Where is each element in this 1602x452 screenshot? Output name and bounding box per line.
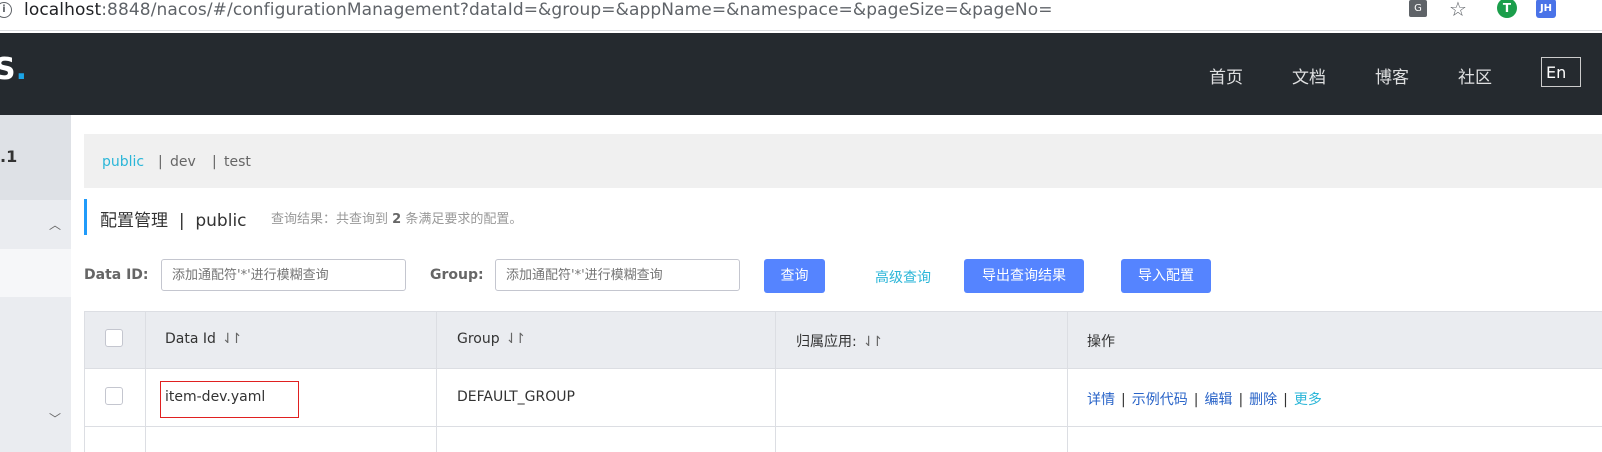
export-button[interactable]: 导出查询结果 — [964, 259, 1084, 293]
namespace-public[interactable]: public — [102, 154, 144, 170]
star-icon[interactable]: ☆ — [1449, 0, 1467, 21]
op-separator: | — [1283, 392, 1288, 408]
url-host: localhost — [24, 0, 102, 20]
language-switch-button[interactable]: En — [1541, 57, 1581, 87]
title-separator: | — [178, 211, 185, 231]
row-actions: 详情 | 示例代码 | 编辑 | 删除 | 更多 — [1087, 389, 1322, 409]
group-search-input[interactable] — [495, 259, 740, 291]
column-header-data-id[interactable]: Data Id ⇃↾ — [165, 331, 243, 347]
logo-text: S — [0, 52, 16, 87]
namespace-dev[interactable]: dev — [170, 154, 196, 170]
edit-link[interactable]: 编辑 — [1204, 392, 1232, 408]
column-header-ops: 操作 — [1087, 334, 1115, 350]
nav-link-home[interactable]: 首页 — [1209, 63, 1243, 88]
delete-link[interactable]: 删除 — [1249, 392, 1277, 408]
version-label: .1 — [0, 147, 18, 166]
title-accent-bar — [84, 199, 87, 235]
row-checkbox[interactable] — [105, 387, 123, 405]
summary-prefix: 查询结果：共查询到 — [271, 212, 389, 227]
header-group-label: Group — [457, 331, 500, 347]
nacos-logo[interactable]: S. — [0, 52, 27, 87]
column-divider — [84, 311, 85, 452]
title-namespace: public — [195, 211, 247, 231]
nav-link-community[interactable]: 社区 — [1458, 63, 1492, 88]
logo-dot: . — [15, 52, 28, 87]
profile-avatar[interactable]: JH — [1536, 0, 1556, 18]
url-field[interactable]: localhost:8848/nacos/#/configurationMana… — [24, 0, 1053, 20]
page-title-text: 配置管理 — [100, 211, 168, 231]
column-divider — [145, 311, 146, 452]
chevron-down-icon[interactable]: ﹀ — [49, 410, 61, 427]
column-divider — [436, 311, 437, 452]
group-label: Group: — [430, 267, 484, 283]
advanced-query-link[interactable]: 高级查询 — [875, 267, 931, 287]
column-header-group[interactable]: Group ⇃↾ — [457, 331, 527, 347]
sidebar-item-selected[interactable] — [0, 249, 71, 297]
column-header-app[interactable]: 归属应用: ⇃↾ — [796, 331, 884, 351]
namespace-separator: | — [158, 154, 163, 170]
more-link[interactable]: 更多 — [1294, 392, 1322, 408]
column-divider — [1067, 311, 1068, 452]
select-all-checkbox[interactable] — [105, 329, 123, 347]
import-button[interactable]: 导入配置 — [1121, 259, 1211, 293]
query-button[interactable]: 查询 — [764, 259, 825, 293]
cell-group: DEFAULT_GROUP — [457, 389, 575, 405]
url-path: :8848/nacos/#/configurationManagement?da… — [101, 0, 1053, 20]
chevron-up-icon[interactable]: ︿ — [49, 216, 61, 233]
sort-icon[interactable]: ⇃↾ — [863, 334, 884, 350]
sample-code-link[interactable]: 示例代码 — [1132, 392, 1188, 408]
namespace-test[interactable]: test — [224, 154, 251, 170]
table-row — [84, 369, 1602, 427]
column-divider — [775, 311, 776, 452]
header-app-label: 归属应用: — [796, 334, 857, 350]
header-data-id-label: Data Id — [165, 331, 216, 347]
table-row — [84, 427, 1602, 452]
summary-suffix: 条满足要求的配置。 — [405, 212, 523, 227]
sort-icon[interactable]: ⇃↾ — [506, 331, 527, 347]
query-summary: 查询结果：共查询到 2 条满足要求的配置。 — [271, 208, 522, 227]
translate-icon[interactable]: G — [1409, 0, 1427, 17]
op-separator: | — [1238, 392, 1244, 408]
page-title: 配置管理 | public — [100, 206, 247, 231]
namespace-separator: | — [212, 154, 217, 170]
summary-count: 2 — [392, 212, 402, 227]
highlight-box — [160, 381, 299, 418]
dataid-search-input[interactable] — [161, 259, 406, 291]
sort-icon[interactable]: ⇃↾ — [222, 331, 243, 347]
op-separator: | — [1193, 392, 1199, 408]
nav-link-blog[interactable]: 博客 — [1375, 63, 1409, 88]
op-separator: | — [1121, 392, 1126, 408]
top-navigation-bar — [0, 33, 1602, 115]
nav-link-docs[interactable]: 文档 — [1292, 63, 1326, 88]
detail-link[interactable]: 详情 — [1087, 392, 1115, 408]
dataid-label: Data ID: — [84, 267, 149, 283]
namespace-bar — [84, 134, 1602, 188]
